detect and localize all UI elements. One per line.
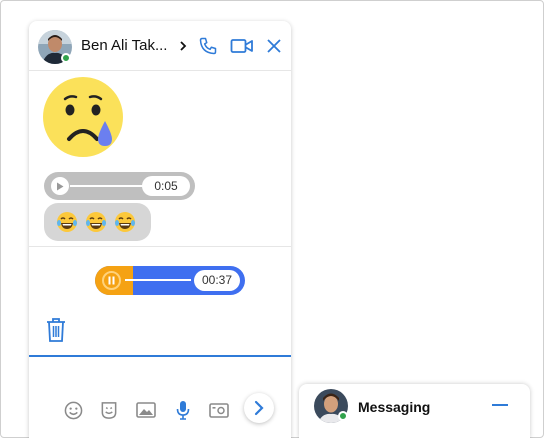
camera-button[interactable]: [208, 399, 230, 421]
microphone-icon: [176, 401, 190, 420]
dock-title: Messaging: [358, 399, 431, 415]
laughing-emoji-icon: [56, 211, 78, 233]
camera-icon: [209, 403, 229, 418]
minimize-button[interactable]: [490, 395, 510, 415]
minus-icon: [492, 404, 508, 406]
message-input[interactable]: [29, 357, 291, 397]
sticker-icon: [101, 401, 117, 419]
image-button[interactable]: [135, 399, 157, 421]
close-icon: [267, 39, 281, 53]
video-call-button[interactable]: [230, 34, 254, 58]
sticker-button[interactable]: [98, 399, 120, 421]
emoji-button[interactable]: [62, 399, 84, 421]
voice-recording-player[interactable]: 00:37: [95, 266, 245, 295]
messaging-dock[interactable]: Messaging: [299, 384, 530, 438]
laughing-emoji-icon: [114, 211, 136, 233]
phone-call-button[interactable]: [196, 34, 220, 58]
recording-duration: 00:37: [194, 270, 240, 291]
chat-window: Ben Ali Tak... 0:05 00:37: [29, 21, 291, 438]
contact-name[interactable]: Ben Ali Tak...: [81, 37, 167, 54]
image-icon: [136, 402, 156, 418]
online-indicator: [61, 53, 71, 63]
play-button[interactable]: [51, 177, 69, 195]
recording-track[interactable]: [125, 279, 191, 281]
send-button[interactable]: [244, 393, 274, 423]
audio-message[interactable]: 0:05: [44, 172, 195, 200]
pause-icon: [108, 276, 115, 285]
trash-icon: [47, 318, 65, 342]
laughing-emoji-icon: [85, 211, 107, 233]
play-icon: [57, 182, 64, 190]
close-button[interactable]: [262, 34, 286, 58]
audio-duration: 0:05: [142, 176, 190, 196]
emoji-icon: [64, 401, 82, 419]
pause-button[interactable]: [102, 271, 121, 290]
chevron-right-icon[interactable]: [171, 34, 195, 58]
chevron-right-icon: [254, 400, 264, 416]
phone-icon: [199, 37, 217, 55]
message-list[interactable]: 0:05: [29, 72, 291, 246]
delete-recording-button[interactable]: [45, 317, 67, 343]
sad-face-sticker: [43, 77, 129, 163]
microphone-button[interactable]: [172, 399, 194, 421]
online-indicator: [338, 411, 348, 421]
chat-header: Ben Ali Tak...: [29, 21, 291, 71]
video-camera-icon: [230, 39, 253, 53]
divider: [29, 246, 291, 247]
emoji-message[interactable]: [44, 203, 151, 241]
